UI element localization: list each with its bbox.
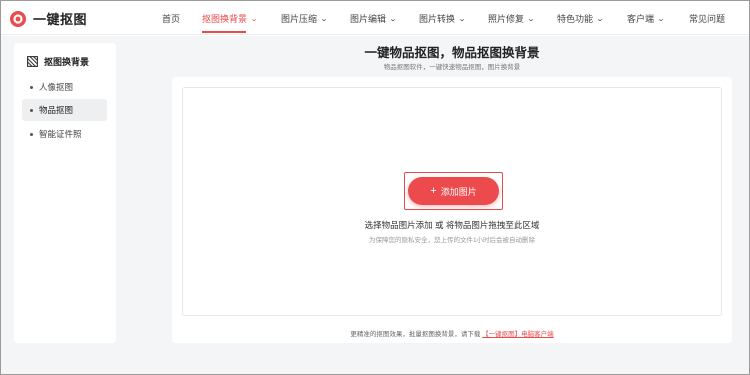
desktop-client-link[interactable]: 【一键抠图】电脑客户端 (482, 331, 554, 338)
nav-label: 图片转换 (419, 14, 456, 24)
active-nav-underline (202, 31, 246, 33)
sidebar-title-label: 抠图换背景 (44, 57, 90, 67)
page-subtitle: 物品抠图软件，一键快速物品抠图，图片换背景 (383, 64, 521, 71)
nav-label: 图片编辑 (350, 14, 387, 24)
crop-pattern-icon (27, 56, 38, 67)
add-image-label: 添加图片 (440, 186, 477, 197)
nav-label: 特色功能 (557, 14, 594, 24)
nav-label: 首页 (162, 14, 181, 24)
sidebar-item-label: 人像抠图 (39, 82, 74, 92)
sidebar-item-label: 智能证件照 (39, 129, 82, 139)
page-title: 一键物品抠图，物品抠图换背景 (364, 46, 540, 60)
nav-item-home[interactable]: 首页 (162, 12, 180, 25)
chevron-down-icon: ⌄ (388, 15, 398, 23)
sidebar-title: 抠图换背景 (27, 55, 89, 68)
nav-item-convert[interactable]: 图片转换 ⌄ (419, 12, 467, 25)
sidebar-item-label: 物品抠图 (39, 105, 74, 115)
nav-label: 照片修复 (488, 14, 525, 24)
brand-name: 一键抠图 (33, 12, 88, 27)
nav-label: 客户端 (627, 14, 655, 24)
nav-label: 常见问题 (689, 14, 726, 24)
nav-item-cutout[interactable]: 抠图换背景 ⌄ (202, 12, 259, 25)
logo-icon (9, 10, 27, 28)
bullet-icon (30, 108, 33, 112)
nav-label: 抠图换背景 (202, 14, 248, 24)
add-image-button[interactable]: + 添加图片 (408, 177, 499, 205)
chevron-down-icon: ⌄ (656, 15, 666, 23)
chevron-down-icon: ⌄ (249, 15, 259, 23)
nav-item-client[interactable]: 客户端 ⌄ (627, 12, 666, 25)
nav-item-edit[interactable]: 图片编辑 ⌄ (350, 12, 398, 25)
bullet-icon (30, 85, 33, 89)
chevron-down-icon: ⌄ (526, 15, 536, 23)
bullet-icon (30, 132, 33, 136)
nav-item-repair[interactable]: 照片修复 ⌄ (488, 12, 536, 25)
nav-item-compress[interactable]: 图片压缩 ⌄ (281, 12, 329, 25)
sidebar: 抠图换背景 人像抠图 物品抠图 智能证件照 (14, 43, 116, 343)
nav-label: 图片压缩 (281, 14, 318, 24)
nav-item-features[interactable]: 特色功能 ⌄ (557, 12, 605, 25)
chevron-down-icon: ⌄ (595, 15, 605, 23)
nav-item-faq[interactable]: 常见问题 (689, 12, 725, 25)
drop-instructions: 选择物品图片添加 或 将物品图片拖拽至此区域 (364, 220, 540, 230)
plus-icon: + (430, 184, 437, 197)
download-hint-text: 更精准的抠图效果，批量抠图换背景，请下载 (350, 331, 481, 338)
chevron-down-icon: ⌄ (319, 15, 329, 23)
sidebar-item-portrait[interactable]: 人像抠图 (22, 76, 107, 98)
sidebar-item-object[interactable]: 物品抠图 (22, 99, 107, 121)
brand-logo[interactable]: 一键抠图 (9, 9, 87, 28)
top-header: 一键抠图 首页 抠图换背景 ⌄ 图片压缩 ⌄ 图片编辑 ⌄ 图片转换 ⌄ 照片修… (1, 1, 749, 35)
download-hint: 更精准的抠图效果，批量抠图换背景，请下载 【一键抠图】电脑客户端 (172, 328, 732, 338)
sidebar-item-id-photo[interactable]: 智能证件照 (22, 123, 107, 145)
chevron-down-icon: ⌄ (457, 15, 467, 23)
privacy-note: 为保障您的隐私安全，您上传的文件1小时后会被自动删除 (368, 237, 536, 244)
